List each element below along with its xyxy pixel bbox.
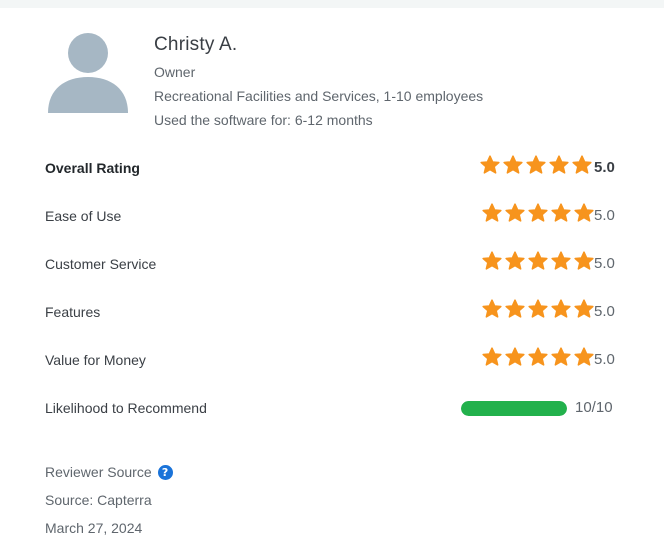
rating-score: 5.0	[594, 303, 615, 320]
recommend-score: 10/10	[575, 399, 613, 416]
star-icon	[551, 203, 571, 223]
recommend-label: Likelihood to Recommend	[45, 400, 207, 416]
star-icon	[505, 299, 525, 319]
avatar	[47, 33, 129, 115]
star-icon	[482, 251, 502, 271]
star-icon	[482, 347, 502, 367]
review-source: Source: Capterra	[45, 492, 152, 508]
star-icon	[551, 251, 571, 271]
star-icon	[528, 299, 548, 319]
star-icon	[528, 251, 548, 271]
rating-score: 5.0	[594, 207, 615, 224]
star-icon	[574, 251, 594, 271]
star-icon	[549, 155, 569, 175]
recommend-progress-fill	[461, 401, 567, 416]
user-silhouette-icon	[48, 33, 128, 113]
rating-row-features: Features 5.0	[0, 297, 664, 327]
rating-label: Customer Service	[45, 256, 157, 272]
reviewer-usage: Used the software for: 6-12 months	[154, 112, 373, 128]
reviewer-role: Owner	[154, 64, 196, 80]
top-divider-strip	[0, 0, 664, 8]
star-icon	[574, 299, 594, 319]
star-icon	[551, 299, 571, 319]
star-rating	[482, 347, 594, 371]
rating-row-likelihood-to-recommend: Likelihood to Recommend 10/10	[0, 393, 664, 423]
star-rating	[482, 299, 594, 323]
question-mark-icon[interactable]: ?	[157, 464, 173, 480]
star-icon	[505, 203, 525, 223]
star-icon	[505, 347, 525, 367]
reviewer-source: Reviewer Source ?	[45, 464, 173, 480]
star-icon	[505, 251, 525, 271]
rating-label: Value for Money	[45, 352, 146, 368]
rating-row-overall: Overall Rating 5.0	[0, 153, 664, 183]
review-date: March 27, 2024	[45, 520, 143, 536]
reviewer-name: Christy A.	[154, 34, 238, 55]
star-icon	[528, 347, 548, 367]
rating-label: Features	[45, 304, 101, 320]
star-icon	[551, 347, 571, 367]
rating-row-customer-service: Customer Service 5.0	[0, 249, 664, 279]
recommend-progress-bar	[461, 401, 567, 416]
star-icon	[572, 155, 592, 175]
star-rating	[482, 251, 594, 275]
star-rating	[482, 203, 594, 227]
star-icon	[482, 203, 502, 223]
rating-score: 5.0	[594, 255, 615, 272]
star-icon	[574, 347, 594, 367]
rating-score: 5.0	[594, 351, 615, 368]
reviewer-source-label: Reviewer Source	[45, 464, 152, 480]
star-icon	[528, 203, 548, 223]
reviewer-company: Recreational Facilities and Services, 1-…	[154, 88, 484, 104]
rating-label: Ease of Use	[45, 208, 122, 224]
star-icon	[482, 299, 502, 319]
star-icon	[503, 155, 523, 175]
star-icon	[526, 155, 546, 175]
star-icon	[480, 155, 500, 175]
rating-score: 5.0	[594, 159, 615, 176]
rating-row-value-for-money: Value for Money 5.0	[0, 345, 664, 375]
rating-label: Overall Rating	[45, 160, 140, 176]
rating-row-ease-of-use: Ease of Use 5.0	[0, 201, 664, 231]
star-icon	[574, 203, 594, 223]
star-rating	[480, 155, 592, 179]
